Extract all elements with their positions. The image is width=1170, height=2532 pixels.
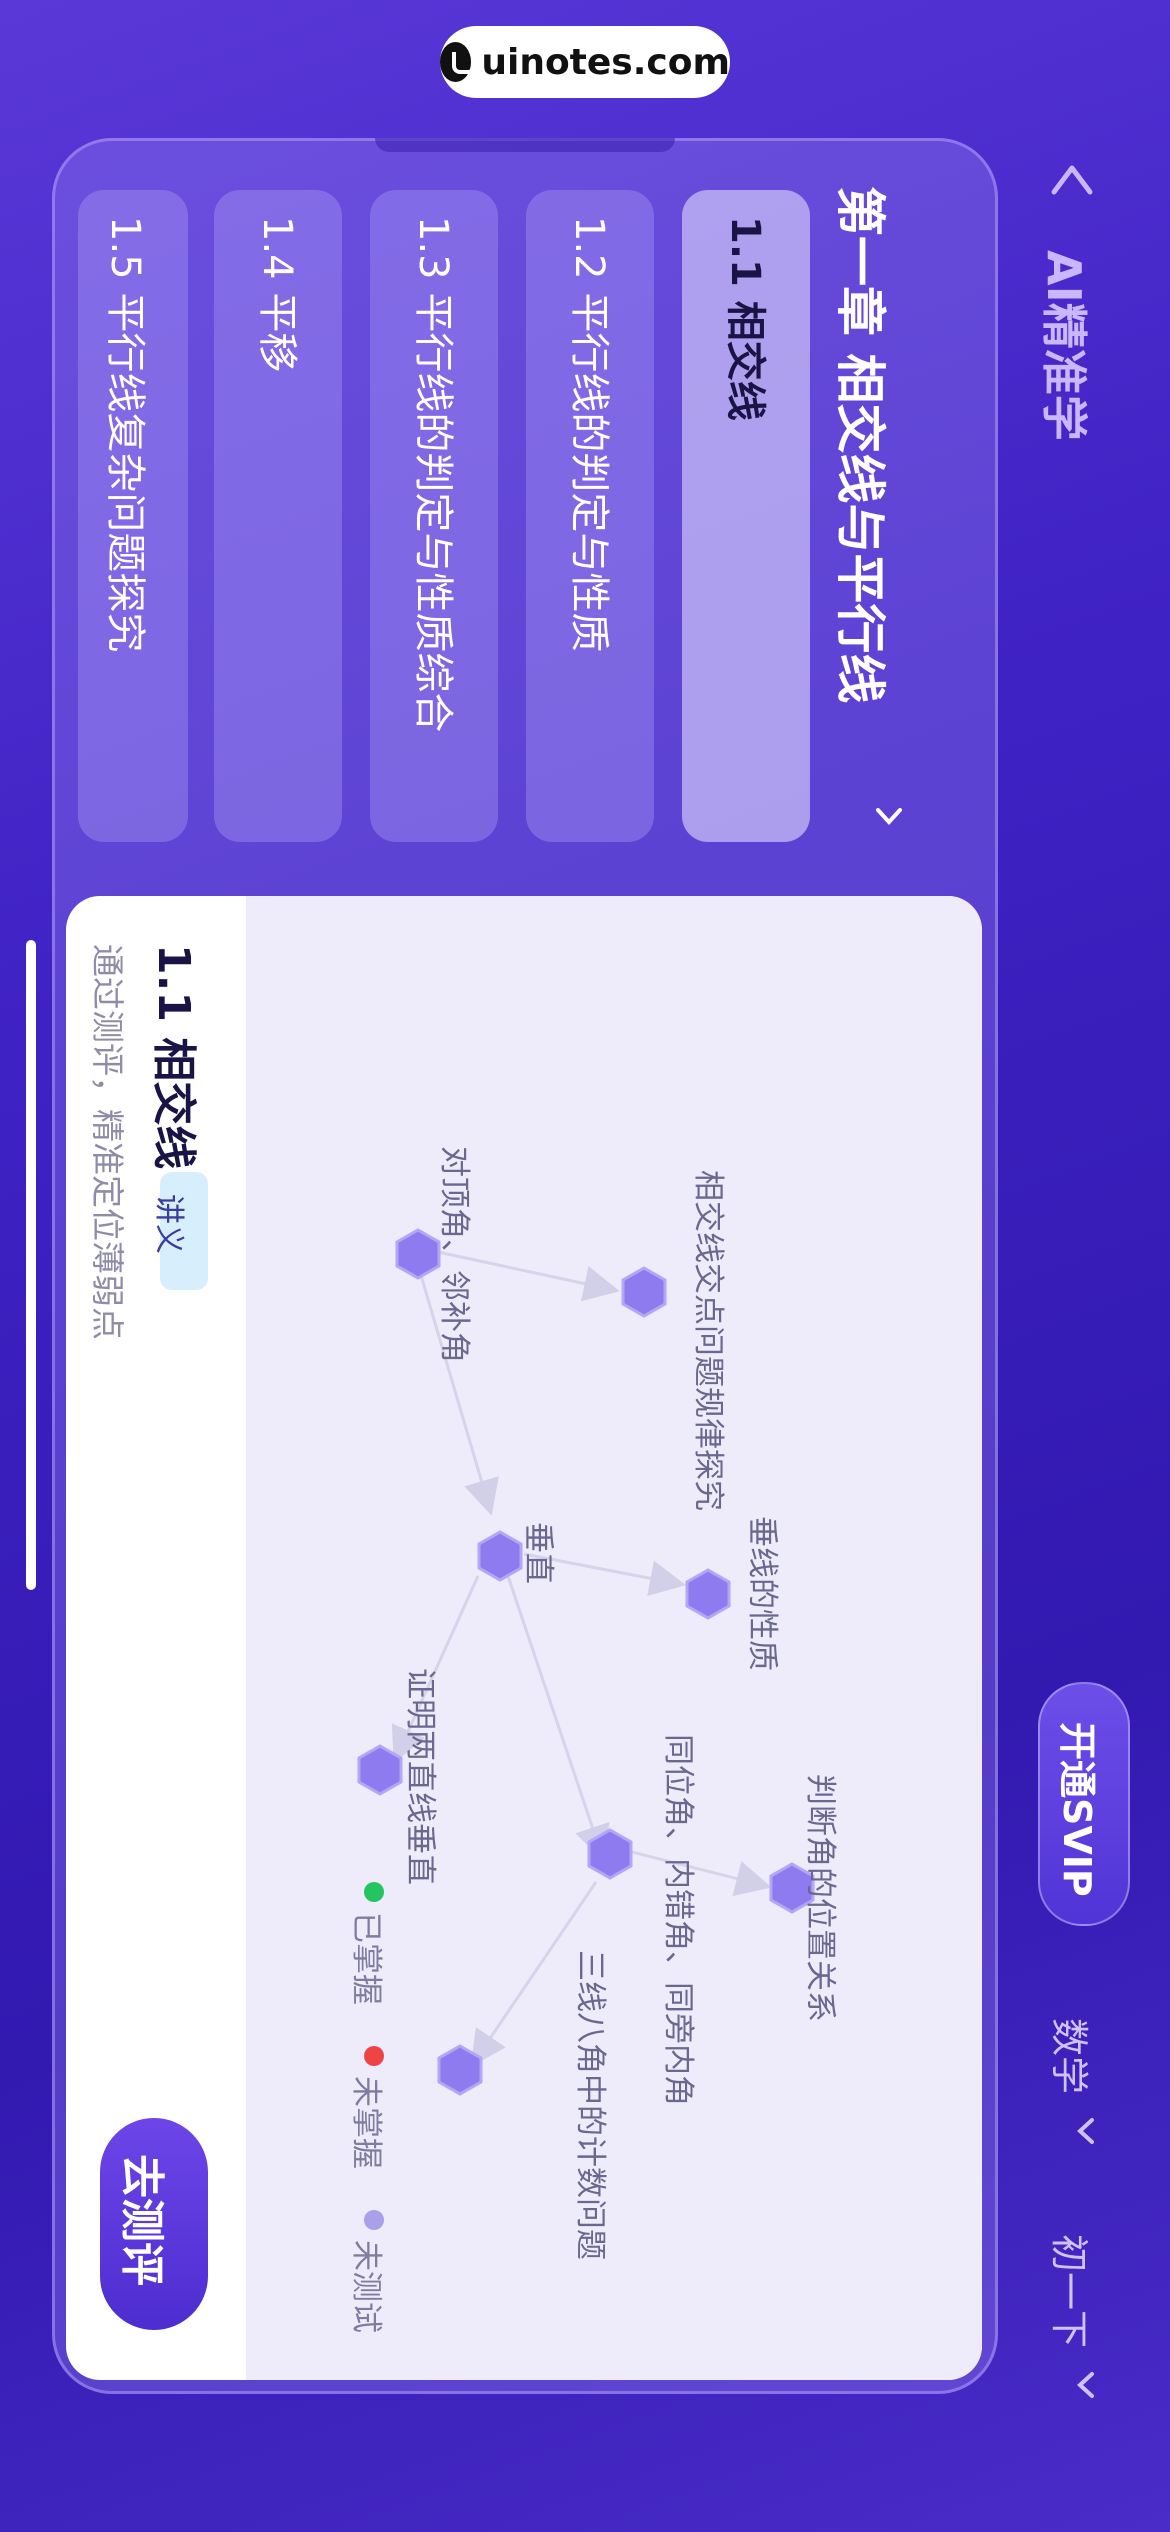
panel-notch (375, 138, 675, 152)
section-card-1-4[interactable]: 1.4 平移 (214, 190, 342, 842)
legend-not-mastered-dot (364, 2046, 384, 2066)
section-card-1-3[interactable]: 1.3 平行线的判定与性质综合 (370, 190, 498, 842)
watermark: uinotes.com (440, 26, 730, 98)
graph-node-n4[interactable] (685, 1568, 731, 1620)
node-label: 对顶角、邻补角 (436, 1146, 472, 1363)
edge (506, 1575, 610, 1862)
section-card-1-5[interactable]: 1.5 平行线复杂问题探究 (78, 190, 188, 842)
section-label: 1.4 平移 (254, 216, 300, 373)
page-title: AI精准学 (1037, 250, 1091, 441)
graph-node-n6[interactable] (587, 1828, 633, 1880)
knowledge-graph: 对顶角、邻补角 相交线交点问题规律探究 垂直 垂线的性质 证明两直线垂直 同位角… (246, 896, 982, 2380)
node-label: 垂直 (520, 1522, 556, 1584)
section-label: 1.1 相交线 (722, 216, 768, 421)
node-label: 三线八角中的计数问题 (572, 1950, 608, 2260)
svip-label: 开通SVIP (1055, 1722, 1099, 1897)
subject-selector[interactable]: 数学 (1045, 2018, 1100, 2094)
legend-not-mastered: 未掌握 (348, 2076, 384, 2169)
graph-node-n3[interactable] (477, 1530, 523, 1582)
legend-mastered-dot (364, 1882, 384, 1902)
detail-title: 1.1 相交线 (148, 944, 199, 1170)
chapter-title[interactable]: 第一章 相交线与平行线 (828, 186, 900, 703)
graph-node-n2[interactable] (621, 1266, 667, 1318)
back-chevron-icon[interactable] (1050, 158, 1094, 202)
cta-label: 去测评 (116, 2154, 167, 2286)
watermark-text: uinotes.com (481, 41, 730, 83)
subject-chevron-icon[interactable] (1070, 2116, 1100, 2146)
node-label: 相交线交点问题规律探究 (690, 1170, 726, 1511)
node-label: 同位角、内错角、同旁内角 (660, 1734, 696, 2106)
section-label: 1.5 平行线复杂问题探究 (102, 216, 148, 653)
legend-untested: 未测试 (348, 2240, 384, 2333)
section-label: 1.2 平行线的判定与性质 (566, 216, 612, 653)
scrollbar[interactable] (26, 940, 36, 1590)
section-card-1-2[interactable]: 1.2 平行线的判定与性质 (526, 190, 654, 842)
grade-chevron-icon[interactable] (1070, 2370, 1100, 2400)
graph-node-n1[interactable] (395, 1228, 441, 1280)
graph-node-n8[interactable] (437, 2044, 483, 2096)
start-assessment-button[interactable]: 去测评 (100, 2118, 208, 2330)
node-label: 证明两直线垂直 (402, 1668, 438, 1885)
open-svip-button[interactable]: 开通SVIP (1038, 1682, 1130, 1926)
node-label: 判断角的位置关系 (802, 1774, 838, 2022)
chapter-expand-chevron-icon[interactable] (872, 798, 906, 832)
legend-mastered: 已掌握 (348, 1912, 384, 2005)
tag-label: 讲义 (151, 1194, 186, 1254)
section-label: 1.3 平行线的判定与性质综合 (410, 216, 456, 733)
section-card-1-1[interactable]: 1.1 相交线 (682, 190, 810, 842)
detail-description: 通过测评，精准定位薄弱点 (88, 944, 127, 1340)
node-label: 垂线的性质 (744, 1516, 780, 1671)
uinotes-logo-icon (440, 42, 477, 82)
handout-tag[interactable]: 讲义 (151, 1172, 208, 1290)
graph-node-n5[interactable] (357, 1744, 403, 1796)
legend-untested-dot (364, 2210, 384, 2230)
grade-selector[interactable]: 初一下 (1045, 2234, 1100, 2348)
